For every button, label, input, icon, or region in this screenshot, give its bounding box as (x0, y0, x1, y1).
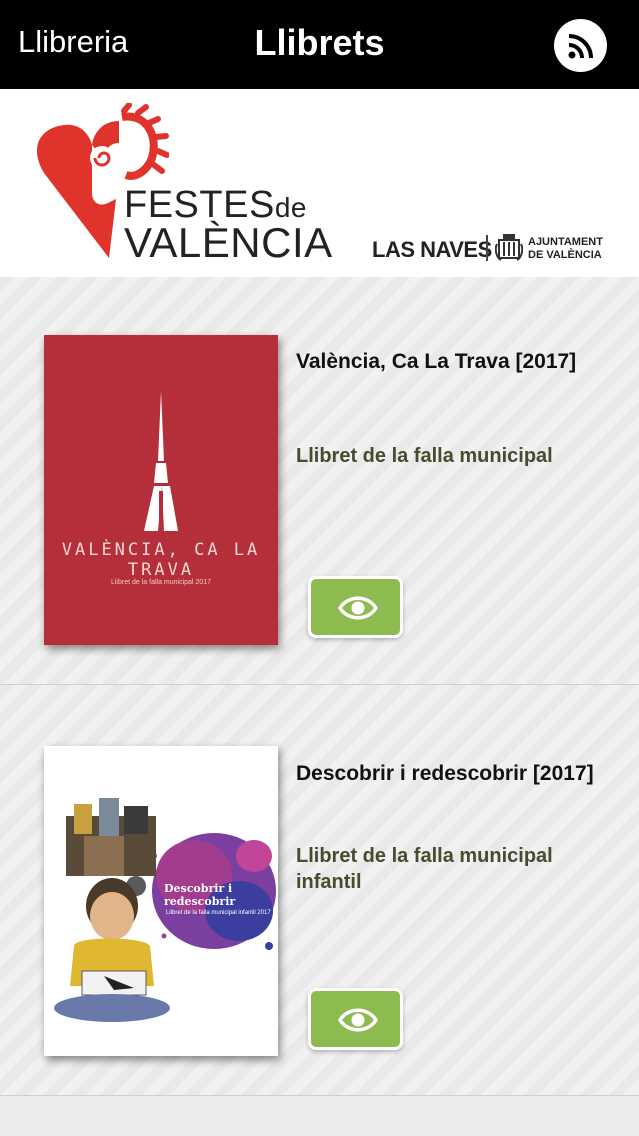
logo-divider (486, 235, 488, 261)
book-cover[interactable]: VALÈNCIA, CA LA TRAVA Llibret de la fall… (44, 335, 278, 645)
cover-subtitle: Llibret de la falla municipal 2017 (110, 579, 211, 586)
book-cover[interactable]: Descobrir i redescobrir Llibret de la fa… (44, 746, 278, 1056)
eye-icon (338, 596, 378, 620)
list-item[interactable]: VALÈNCIA, CA LA TRAVA Llibret de la fall… (0, 277, 639, 684)
item-title[interactable]: València, Ca La Trava [2017] (296, 348, 616, 376)
eye-icon (338, 1008, 378, 1032)
item-title[interactable]: Descobrir i redescobrir [2017] (296, 760, 616, 788)
view-button[interactable] (308, 988, 403, 1050)
header-banner: FESTESde VALÈNCIA LAS NAVES AJUNTAMENT D… (0, 89, 639, 277)
ajuntament-logo: AJUNTAMENT DE VALÈNCIA (528, 236, 603, 261)
item-subtitle: Llibret de la falla municipal (296, 445, 553, 467)
item-subtitle: Llibret de la falla municipal infantil (296, 845, 553, 893)
rss-button[interactable] (554, 19, 607, 72)
back-button-libreria[interactable]: Llibreria (18, 24, 128, 60)
festes-de-valencia-wordmark: FESTESde VALÈNCIA (124, 184, 333, 266)
tower-illustration-icon (144, 391, 178, 531)
list-divider (0, 1095, 639, 1096)
ajuntament-crest-icon (495, 234, 523, 261)
navigation-bar: Llibreria Llibrets (0, 0, 639, 89)
cover-title: VALÈNCIA, CA LA TRAVA (61, 540, 261, 580)
cover-title: Descobrir i redescobrir (164, 882, 236, 908)
rss-icon (568, 34, 593, 59)
cover-subtitle: Llibret de la falla municipal infantil 2… (166, 910, 271, 916)
view-button[interactable] (308, 576, 403, 638)
las-naves-logo: LAS NAVES (372, 237, 492, 262)
